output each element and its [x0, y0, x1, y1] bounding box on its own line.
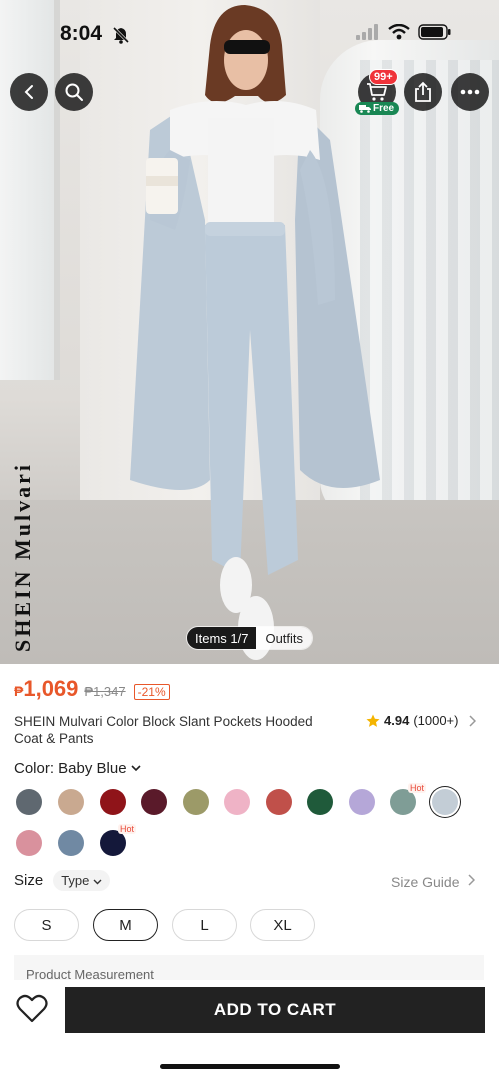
size-type-dropdown[interactable]: Type	[53, 870, 110, 891]
share-icon	[415, 81, 431, 102]
wifi-icon	[388, 24, 410, 40]
back-button[interactable]	[10, 73, 48, 111]
add-to-cart-button[interactable]: ADD TO CART	[65, 987, 485, 1033]
more-button[interactable]	[451, 73, 489, 111]
color-swatch-baby-blue[interactable]	[432, 789, 458, 815]
bell-mute-icon	[112, 26, 130, 44]
pager-items[interactable]: Items 1/7	[187, 627, 257, 649]
search-icon	[65, 83, 83, 101]
color-swatch-dusty-blue[interactable]	[58, 830, 84, 856]
chevron-down-icon	[93, 879, 102, 885]
size-type-label: Type	[61, 873, 90, 888]
chevron-down-icon	[130, 765, 141, 772]
pager-outfits[interactable]: Outfits	[256, 627, 313, 649]
product-image[interactable]: SHEIN Mulvari 8:04 99+ Free Items 1/7 Ou…	[0, 0, 499, 664]
bottom-action-bar: ADD TO CART	[0, 980, 499, 1080]
heart-icon[interactable]	[16, 994, 48, 1024]
free-shipping-badge: Free	[355, 102, 400, 115]
hot-badge: Hot	[408, 783, 427, 793]
discount-badge: -21%	[133, 684, 170, 700]
size-option-s[interactable]: S	[14, 909, 79, 941]
color-swatch-lilac[interactable]	[349, 789, 375, 815]
size-option-xl[interactable]: XL	[250, 909, 315, 941]
color-label: Color: Baby Blue	[14, 760, 127, 777]
sale-price: ₱1,069	[14, 676, 78, 702]
status-time: 8:04	[60, 22, 103, 45]
image-pager: Items 1/7 Outfits	[186, 626, 314, 650]
size-guide-label: Size Guide	[391, 874, 460, 890]
size-option-m[interactable]: M	[93, 909, 158, 941]
more-dots-icon	[460, 89, 480, 95]
cart-count-badge: 99+	[369, 69, 398, 85]
truck-icon	[359, 105, 371, 113]
chevron-right-icon	[468, 874, 476, 886]
free-label: Free	[373, 103, 395, 114]
color-swatch-slate-grey[interactable]	[16, 789, 42, 815]
cart-icon	[367, 83, 387, 101]
price-row: ₱1,069 ₱1,347 -21%	[14, 676, 170, 702]
chevron-right-icon	[469, 714, 477, 727]
color-swatch-burgundy[interactable]	[100, 789, 126, 815]
search-button[interactable]	[55, 73, 93, 111]
size-row: Size Type	[14, 870, 110, 891]
brand-watermark: SHEIN Mulvari	[10, 462, 35, 652]
rating-link[interactable]: 4.94 (1000+)	[366, 713, 477, 728]
product-measurement-section[interactable]: Product Measurement	[14, 955, 484, 983]
size-label: Size	[14, 872, 44, 889]
home-indicator	[160, 1064, 340, 1069]
color-swatch-maroon[interactable]	[141, 789, 167, 815]
color-selector-label[interactable]: Color: Baby Blue	[14, 760, 141, 777]
size-guide-link[interactable]: Size Guide	[391, 874, 476, 890]
color-swatch-brick[interactable]	[266, 789, 292, 815]
product-title: SHEIN Mulvari Color Block Slant Pockets …	[14, 714, 313, 746]
color-swatch-olive[interactable]	[183, 789, 209, 815]
hot-badge: Hot	[118, 824, 137, 834]
star-icon	[366, 714, 380, 727]
color-swatch-dark-green[interactable]	[307, 789, 333, 815]
currency-symbol: ₱	[14, 683, 24, 699]
price-value: 1,069	[23, 676, 79, 701]
battery-icon	[418, 24, 451, 40]
share-button[interactable]	[404, 73, 442, 111]
original-price: ₱1,347	[84, 684, 126, 699]
color-swatch-pink[interactable]	[224, 789, 250, 815]
size-option-l[interactable]: L	[172, 909, 237, 941]
color-swatch-dusty-pink[interactable]	[16, 830, 42, 856]
rating-count: (1000+)	[413, 713, 459, 728]
signal-icon	[356, 24, 378, 40]
chevron-left-icon	[24, 85, 33, 99]
color-swatch-khaki[interactable]	[58, 789, 84, 815]
rating-value: 4.94	[384, 713, 410, 728]
